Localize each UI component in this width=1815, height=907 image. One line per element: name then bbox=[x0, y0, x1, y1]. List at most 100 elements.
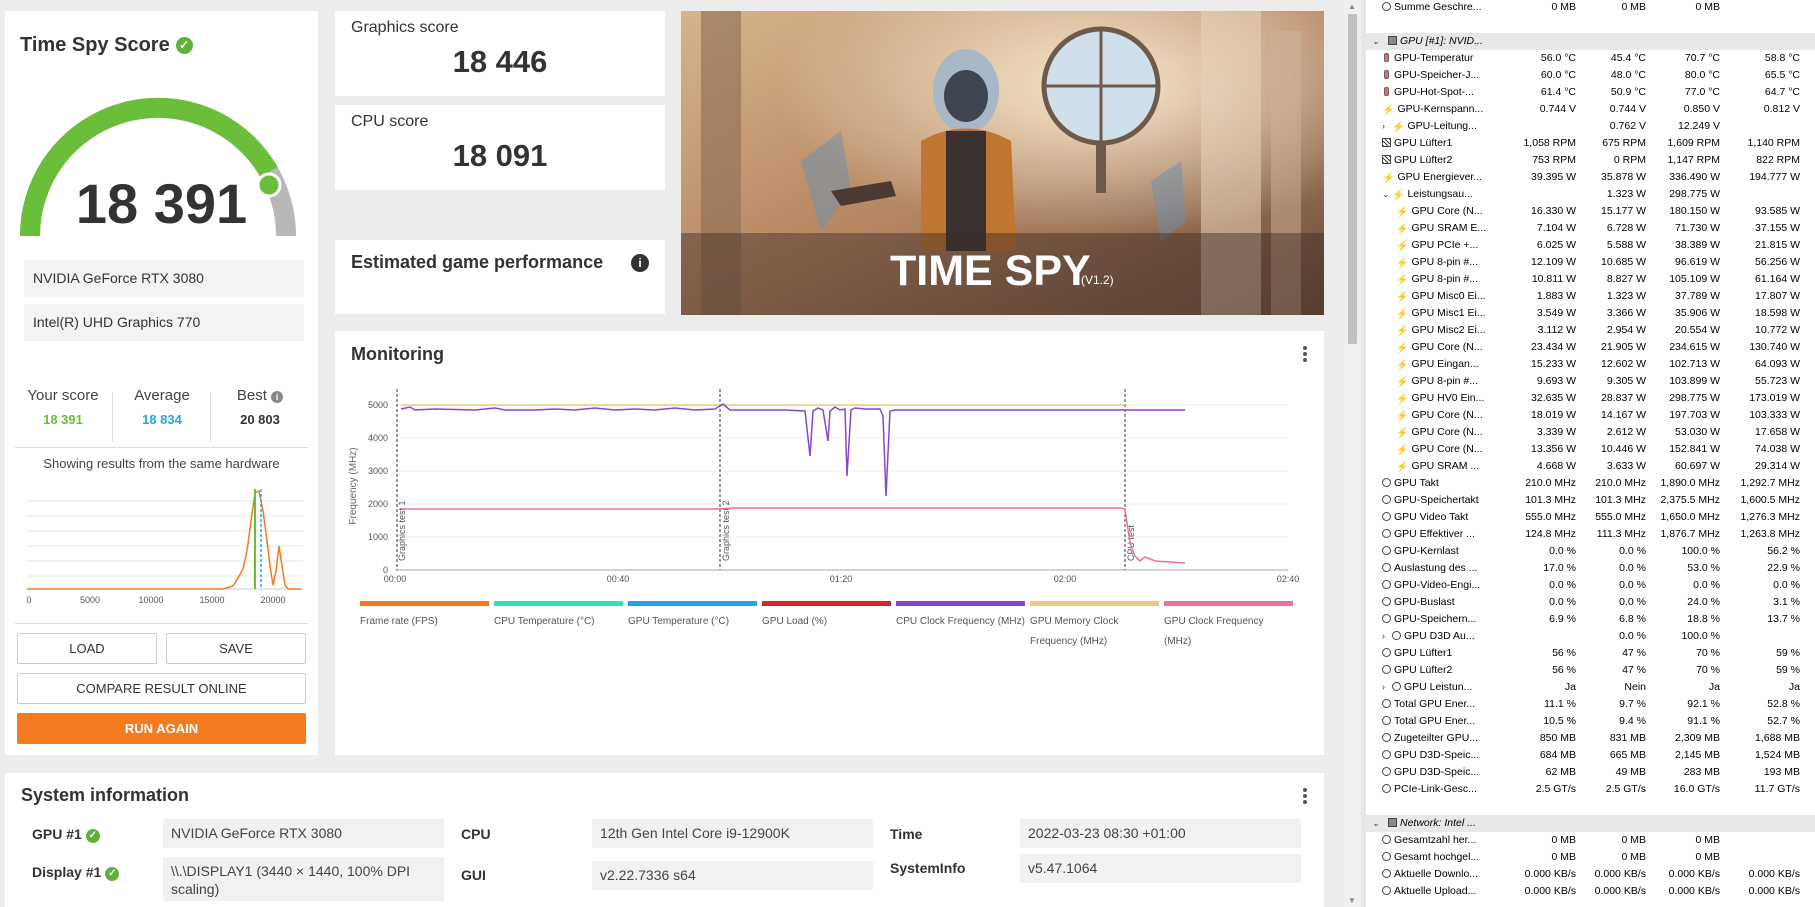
clock-icon bbox=[1382, 716, 1391, 725]
sensor-row[interactable]: GPU-Speichertakt 101.3 MHz 101.3 MHz 2,375.… bbox=[1366, 492, 1815, 509]
legend-item: CPU Clock Frequency (MHz) bbox=[896, 601, 1025, 632]
igpu-name: Intel(R) UHD Graphics 770 bbox=[24, 304, 304, 341]
collapse-icon[interactable]: ⌄ bbox=[1372, 33, 1382, 50]
sensor-row[interactable]: GPU-Speicher-J... 60.0 °C 48.0 °C 80.0 °C 65… bbox=[1366, 67, 1815, 84]
device-icon bbox=[1388, 36, 1397, 45]
sensor-row[interactable]: GPU-Hot-Spot-... 61.4 °C 50.9 °C 77.0 °C 64.… bbox=[1366, 84, 1815, 101]
dist-tick: 20000 bbox=[260, 595, 285, 605]
sensor-row[interactable]: Aktuelle Downlo... 0.000 KB/s 0.000 KB/s 0.… bbox=[1366, 866, 1815, 883]
sensor-row[interactable]: ⚡ GPU Energiever... 39.395 W 35.878 W 336.49… bbox=[1366, 169, 1815, 186]
sensor-row[interactable]: Aktuelle Upload... 0.000 KB/s 0.000 KB/s 0.… bbox=[1366, 883, 1815, 900]
scroll-up-icon[interactable]: ▲ bbox=[1348, 2, 1356, 11]
sensor-row[interactable]: ⚡ GPU 8-pin #... 9.693 W 9.305 W 103.899 W 55… bbox=[1366, 373, 1815, 390]
sensor-row[interactable]: Zugeteilter GPU... 850 MB 831 MB 2,309 MB 1,… bbox=[1366, 730, 1815, 747]
lightning-icon: ⚡ bbox=[1396, 207, 1409, 218]
sensor-row[interactable]: ⚡ GPU Misc1 Ei... 3.549 W 3.366 W 35.906 W 18… bbox=[1366, 305, 1815, 322]
your-score-value: 18 391 bbox=[43, 412, 83, 427]
sensor-current: 9.693 W bbox=[1536, 375, 1576, 387]
sensor-row[interactable]: GPU-Speichern... 6.9 % 6.8 % 18.8 % 13.7 % bbox=[1366, 611, 1815, 628]
sensor-row[interactable]: ⚡ GPU PCIe +... 6.025 W 5.588 W 38.389 W 21.8… bbox=[1366, 237, 1815, 254]
sensor-row[interactable]: GPU Lüfter1 56 % 47 % 70 % 59 % bbox=[1366, 645, 1815, 662]
expand-icon[interactable]: › bbox=[1382, 679, 1392, 696]
sensor-row[interactable]: GPU-Buslast 0.0 % 0.0 % 24.0 % 3.1 % bbox=[1366, 594, 1815, 611]
sensor-current: 6.9 % bbox=[1549, 613, 1576, 625]
sensor-row[interactable]: ⚡ GPU-Kernspann... 0.744 V 0.744 V 0.850 V 0.… bbox=[1366, 101, 1815, 118]
average-label: Average bbox=[134, 387, 190, 404]
sensor-label: Gesamtzahl her... bbox=[1394, 834, 1477, 846]
sensor-row[interactable]: GPU-Kernlast 0.0 % 0.0 % 100.0 % 56.2 % bbox=[1366, 543, 1815, 560]
sensor-row[interactable]: GPU-Video-Engi... 0.0 % 0.0 % 0.0 % 0.0 % bbox=[1366, 577, 1815, 594]
sensor-row[interactable]: Auslastung des ... 17.0 % 0.0 % 53.0 % 22.9 … bbox=[1366, 560, 1815, 577]
sensor-max: 103.899 W bbox=[1669, 375, 1720, 387]
sensor-row[interactable]: ⚡ GPU Core (N... 16.330 W 15.177 W 180.150 W… bbox=[1366, 203, 1815, 220]
sensor-row[interactable]: GPU Takt 210.0 MHz 210.0 MHz 1,890.0 MHz 1,2… bbox=[1366, 475, 1815, 492]
sensor-row[interactable]: GPU-Temperatur 56.0 °C 45.4 °C 70.7 °C 58.8 … bbox=[1366, 50, 1815, 67]
sensor-row[interactable]: ⌄ ⚡ Leistungsau... 1.323 W 298.775 W bbox=[1366, 186, 1815, 203]
sensor-row[interactable]: GPU Video Takt 555.0 MHz 555.0 MHz 1,650.0 … bbox=[1366, 509, 1815, 526]
sensor-group-row[interactable]: ⌄ Network: Intel ... bbox=[1366, 815, 1815, 832]
scroll-down-icon[interactable]: ▼ bbox=[1348, 896, 1356, 905]
sensor-row[interactable]: ⚡ GPU SRAM ... 4.668 W 3.633 W 60.697 W 29.31… bbox=[1366, 458, 1815, 475]
sensor-row[interactable]: Summe Geschre... 0 MB 0 MB 0 MB bbox=[1366, 0, 1815, 16]
compare-online-button[interactable]: COMPARE RESULT ONLINE bbox=[17, 673, 306, 704]
sensor-max: 0.000 KB/s bbox=[1668, 868, 1720, 880]
sensor-row[interactable]: GPU Lüfter2 753 RPM 0 RPM 1,147 RPM 822 RPM bbox=[1366, 152, 1815, 169]
load-button[interactable]: LOAD bbox=[17, 633, 157, 664]
legend-item: GPU Memory Clock Frequency (MHz) bbox=[1030, 601, 1159, 652]
sensor-avg: 1,263.8 MHz bbox=[1740, 528, 1800, 540]
dist-tick: 15000 bbox=[199, 595, 224, 605]
sensor-max: 0.000 KB/s bbox=[1668, 885, 1720, 897]
sensor-row[interactable]: ⚡ GPU Core (N... 18.019 W 14.167 W 197.703 W… bbox=[1366, 407, 1815, 424]
sensor-row[interactable]: PCIe-Link-Gesc... 2.5 GT/s 2.5 GT/s 16.0 GT… bbox=[1366, 781, 1815, 798]
sensor-row[interactable]: GPU Effektiver ... 124.8 MHz 111.3 MHz 1,87… bbox=[1366, 526, 1815, 543]
run-again-button[interactable]: RUN AGAIN bbox=[17, 713, 306, 744]
info-icon[interactable]: i bbox=[271, 391, 284, 403]
sensor-row[interactable]: ⚡ GPU Misc2 Ei... 3.112 W 2.954 W 20.554 W 10… bbox=[1366, 322, 1815, 339]
collapse-icon[interactable]: ⌄ bbox=[1382, 186, 1392, 203]
sensor-min: 10.446 W bbox=[1601, 443, 1646, 455]
sensor-row[interactable]: ⚡ GPU Core (N... 23.434 W 21.905 W 234.615 W… bbox=[1366, 339, 1815, 356]
save-button[interactable]: SAVE bbox=[166, 633, 306, 664]
sensor-max: 71.730 W bbox=[1675, 222, 1720, 234]
sensor-current: 3.339 W bbox=[1536, 426, 1576, 438]
sensor-row[interactable]: ⚡ GPU Misc0 Ei... 1.883 W 1.323 W 37.789 W 17… bbox=[1366, 288, 1815, 305]
sensor-name: › GPU D3D Au... bbox=[1382, 628, 1534, 645]
sensor-row[interactable]: ⚡ GPU 8-pin #... 12.109 W 10.685 W 96.619 W 5… bbox=[1366, 254, 1815, 271]
main-scrollbar[interactable]: ▲ ▼ bbox=[1344, 0, 1361, 907]
sensor-avg: 52.8 % bbox=[1767, 698, 1800, 710]
sensor-row[interactable]: Total GPU Ener... 11.1 % 9.7 % 92.1 % 52.8 % bbox=[1366, 696, 1815, 713]
collapse-icon[interactable]: ⌄ bbox=[1372, 815, 1382, 832]
system-menu-icon[interactable] bbox=[1302, 787, 1308, 805]
sensor-current: 0.000 KB/s bbox=[1524, 885, 1576, 897]
sensor-row[interactable]: GPU Lüfter2 56 % 47 % 70 % 59 % bbox=[1366, 662, 1815, 679]
sensor-row[interactable]: Total GPU Ener... 10.5 % 9.4 % 91.1 % 52.7 % bbox=[1366, 713, 1815, 730]
estimated-performance-card[interactable]: Estimated game performance i bbox=[335, 240, 665, 314]
sensor-row[interactable]: GPU D3D-Speic... 684 MB 665 MB 2,145 MB 1,52… bbox=[1366, 747, 1815, 764]
expand-icon[interactable]: › bbox=[1382, 628, 1392, 645]
sensor-row[interactable]: ⚡ GPU Core (N... 13.356 W 10.446 W 152.841 W… bbox=[1366, 441, 1815, 458]
sensor-row[interactable]: › GPU Leistun... Ja Nein Ja Ja bbox=[1366, 679, 1815, 696]
sensor-row[interactable]: ⚡ GPU SRAM E... 7.104 W 6.728 W 71.730 W 37.1… bbox=[1366, 220, 1815, 237]
sensor-current: 6.025 W bbox=[1536, 239, 1576, 251]
expand-icon[interactable]: › bbox=[1382, 118, 1392, 135]
sensor-min: 6.728 W bbox=[1606, 222, 1646, 234]
sensor-row[interactable]: Gesamt hochgel... 0 MB 0 MB 0 MB bbox=[1366, 849, 1815, 866]
sensor-row[interactable]: › GPU D3D Au... 0.0 % 100.0 % bbox=[1366, 628, 1815, 645]
sensor-row[interactable]: ⚡ GPU Core (N... 3.339 W 2.612 W 53.030 W 17.… bbox=[1366, 424, 1815, 441]
sensor-group-row[interactable]: ⌄ GPU [#1]: NVID... bbox=[1366, 33, 1815, 50]
clock-icon bbox=[1382, 784, 1391, 793]
info-icon[interactable]: i bbox=[631, 254, 649, 272]
sensor-row[interactable]: GPU Lüfter1 1,058 RPM 675 RPM 1,609 RPM 1,14… bbox=[1366, 135, 1815, 152]
sensor-row[interactable]: › ⚡ GPU-Leitung... 0.762 V 12.249 V bbox=[1366, 118, 1815, 135]
clock-icon bbox=[1392, 682, 1401, 691]
sensor-row[interactable]: Gesamtzahl her... 0 MB 0 MB 0 MB bbox=[1366, 832, 1815, 849]
lightning-icon: ⚡ bbox=[1396, 360, 1409, 371]
scrollbar-thumb[interactable] bbox=[1348, 14, 1357, 344]
score-value: 18 391 bbox=[75, 172, 248, 235]
sensor-avg: 56.256 W bbox=[1755, 256, 1800, 268]
sensor-row[interactable]: ⚡ GPU 8-pin #... 10.811 W 8.827 W 105.109 W 6… bbox=[1366, 271, 1815, 288]
clock-icon bbox=[1382, 886, 1391, 895]
sensor-row[interactable]: GPU D3D-Speic... 62 MB 49 MB 283 MB 193 MB bbox=[1366, 764, 1815, 781]
sensor-row[interactable]: ⚡ GPU HV0 Ein... 32.635 W 28.837 W 298.775 W… bbox=[1366, 390, 1815, 407]
sensor-row[interactable]: ⚡ GPU Eingan... 15.233 W 12.602 W 102.713 W 6… bbox=[1366, 356, 1815, 373]
